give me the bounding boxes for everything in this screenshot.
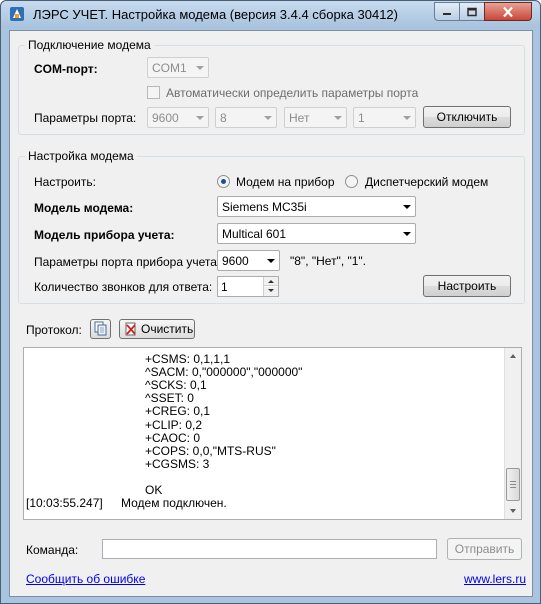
- data-bits-select[interactable]: 8: [215, 107, 277, 128]
- chevron-down-icon: [267, 259, 275, 263]
- clear-icon: [125, 322, 136, 336]
- scroll-thumb[interactable]: [506, 468, 520, 501]
- radio-dispatcher-modem-label[interactable]: Диспетчерский модем: [365, 175, 488, 189]
- copy-button[interactable]: [90, 319, 111, 339]
- connection-group-title: Подключение модема: [25, 38, 154, 52]
- minimize-button[interactable]: [434, 2, 460, 21]
- log-line: +CGSMS: 3: [145, 456, 210, 471]
- log-line: ^SACM: 0,"000000","000000": [145, 365, 303, 380]
- close-icon: [503, 6, 513, 17]
- stop-bits-select[interactable]: 1: [353, 107, 416, 128]
- scroll-down-icon[interactable]: [505, 503, 521, 519]
- send-button[interactable]: Отправить: [447, 538, 522, 560]
- rings-label: Количество звонков для ответа:: [34, 280, 213, 294]
- chevron-down-icon: [264, 116, 272, 120]
- close-button[interactable]: [484, 2, 532, 21]
- log-line: +CREG: 0,1: [145, 404, 211, 419]
- meter-model-label: Модель прибора учета:: [34, 228, 175, 242]
- app-icon: [10, 7, 24, 21]
- window-title: ЛЭРС УЧЕТ. Настройка модема (версия 3.4.…: [33, 7, 398, 22]
- rings-stepper[interactable]: 1: [217, 276, 279, 297]
- baud-select[interactable]: 9600: [147, 107, 209, 128]
- auto-detect-checkbox[interactable]: [147, 86, 160, 99]
- parity-select[interactable]: Нет: [284, 107, 347, 128]
- log-line: +CAOC: 0: [145, 430, 201, 445]
- rings-value: 1: [221, 280, 228, 294]
- chevron-down-icon: [196, 66, 204, 70]
- chevron-down-icon: [403, 232, 411, 236]
- log-line: ^SCKS: 0,1: [145, 378, 207, 393]
- minimize-icon: [443, 12, 451, 15]
- protocol-label: Протокол:: [26, 323, 82, 337]
- modem-setup-group-title: Настройка модема: [25, 149, 137, 163]
- website-link[interactable]: www.lers.ru: [464, 572, 526, 586]
- title-bar[interactable]: ЛЭРС УЧЕТ. Настройка модема (версия 3.4.…: [1, 1, 540, 28]
- disconnect-button[interactable]: Отключить: [423, 106, 511, 128]
- stepper-down-icon[interactable]: [264, 287, 278, 296]
- protocol-log[interactable]: +CSMS: 0,1,1,1 ^SACM: 0,"000000","000000"…: [23, 347, 522, 520]
- radio-device-modem[interactable]: [217, 175, 230, 188]
- copy-icon: [94, 321, 107, 336]
- port-params-label: Параметры порта:: [34, 111, 137, 125]
- client-area: Подключение модема COM-порт: COM1 Автома…: [9, 30, 533, 597]
- configure-button[interactable]: Настроить: [423, 275, 511, 297]
- meter-port-label: Параметры порта прибора учета:: [34, 255, 221, 269]
- modem-model-select[interactable]: Siemens MC35i: [217, 196, 416, 217]
- chevron-down-icon: [403, 205, 411, 209]
- clear-button-label: Очистить: [141, 322, 194, 336]
- log-line: Модем подключен.: [121, 496, 227, 511]
- modem-model-label: Модель модема:: [34, 201, 134, 215]
- maximize-button[interactable]: [459, 2, 485, 21]
- log-line: OK: [145, 483, 163, 497]
- log-scrollbar[interactable]: [504, 348, 521, 519]
- meter-port-hint: "8", "Нет", "1".: [290, 254, 367, 268]
- scroll-up-icon[interactable]: [505, 348, 521, 364]
- command-input[interactable]: [102, 539, 437, 559]
- command-label: Команда:: [26, 543, 79, 557]
- report-error-link[interactable]: Сообщить об ошибке: [26, 572, 145, 586]
- main-window: ЛЭРС УЧЕТ. Настройка модема (версия 3.4.…: [0, 0, 541, 604]
- clear-button[interactable]: Очистить: [119, 319, 195, 339]
- log-line: +CSMS: 0,1,1,1: [145, 352, 231, 366]
- log-line: +CLIP: 0,2: [145, 417, 203, 432]
- chevron-down-icon: [196, 116, 204, 120]
- log-timestamp: [10:03:55.247]: [26, 496, 103, 511]
- maximize-icon: [467, 7, 477, 16]
- log-line: ^SSET: 0: [145, 391, 194, 406]
- meter-port-select[interactable]: 9600: [217, 250, 280, 271]
- stepper-up-icon[interactable]: [264, 277, 278, 286]
- com-port-select[interactable]: COM1: [147, 57, 209, 78]
- radio-dispatcher-modem[interactable]: [345, 175, 358, 188]
- radio-device-modem-label[interactable]: Модем на прибор: [236, 175, 335, 189]
- meter-model-select[interactable]: Multical 601: [217, 223, 416, 244]
- chevron-down-icon: [334, 116, 342, 120]
- com-port-label: COM-порт:: [34, 62, 98, 76]
- configure-label: Настроить:: [34, 175, 96, 189]
- auto-detect-label: Автоматически определить параметры порта: [166, 86, 419, 100]
- chevron-down-icon: [403, 116, 411, 120]
- log-line: +COPS: 0,0,"MTS-RUS": [145, 443, 276, 458]
